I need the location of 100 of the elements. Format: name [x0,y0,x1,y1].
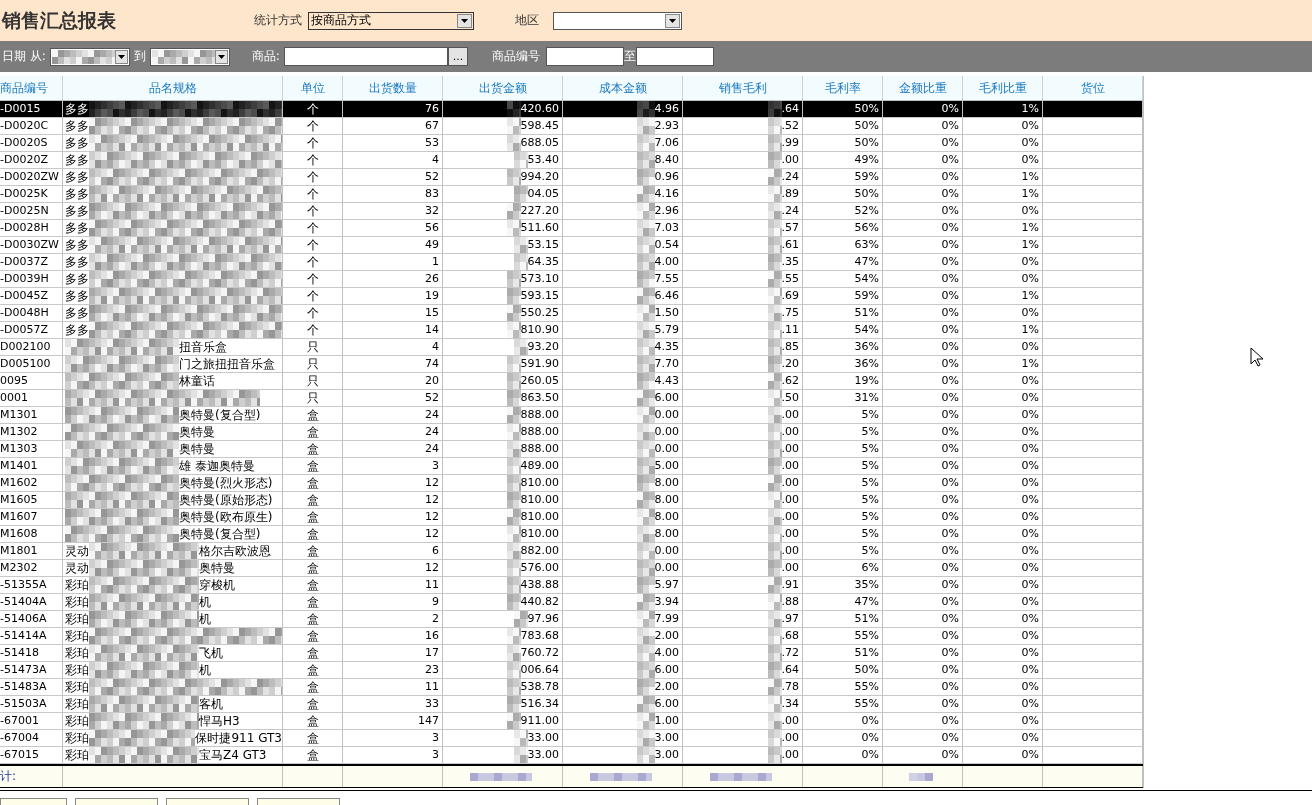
pixelated-blur [636,424,655,440]
table-cell: .00 [781,526,799,542]
column-header[interactable]: 品名规格 [63,76,283,100]
table-row[interactable]: -51355A 彩珀 穿梭机 盒 11 438.88 5.97 .91 35% 0% 0% [0,577,1143,594]
table-row[interactable]: -51404A 彩珀 机 盒 9 440.82 3.94 .88 47% 0% 0% [0,594,1143,611]
date-from-select[interactable] [49,47,130,66]
code-from-field[interactable] [545,47,624,66]
table-row[interactable]: -D0020ZW 多多 个 52 994.20 0.96 .24 59% 0% 1% [0,169,1143,186]
table-cell: .72 [781,645,799,661]
table-row[interactable]: -51406A 彩珀 机 盒 2 97.96 7.99 .97 51% 0% 0% [0,611,1143,628]
table-cell: 8.00 [654,509,679,525]
table-row[interactable]: M1401 雄 泰迦奥特曼 盒 3 489.00 5.00 .00 5% 0% 0% [0,458,1143,475]
table-row[interactable]: 0001 只 52 863.50 6.00 .50 31% 0% 0% [0,390,1143,407]
dropdown-button[interactable] [457,13,472,28]
dropdown-button[interactable] [115,49,128,64]
table-row[interactable]: -D0028H 多多 个 56 511.60 7.03 .57 56% 0% 1% [0,220,1143,237]
column-header[interactable]: 毛利率 [803,76,883,100]
table-row[interactable]: -67001 彩珀 悍马H3 盒 147 911.00 1.00 .00 0% 0% 0% [0,713,1143,730]
table-cell: 0% [941,322,959,338]
table-row[interactable]: -51414A 彩珀 盒 16 783.68 2.00 .68 55% 0% 0% [0,628,1143,645]
table-cell: -D0020ZW [0,169,63,185]
table-row[interactable]: M1302 奥特曼 盒 24 888.00 0.00 .00 5% 0% 0% [0,424,1143,441]
table-cell: 盒 [283,577,343,593]
table-row[interactable]: D005100 门之旅扭扭音乐盒 只 74 591.90 7.70 .20 36% 0% 1% [0,356,1143,373]
table-row[interactable]: M1608 奥特曼(复合型) 盒 12 810.00 8.00 .00 5% 0% 0% [0,526,1143,543]
dropdown-button[interactable] [215,49,228,64]
table-cell: 49% [854,152,879,168]
dropdown-arrow-icon [218,54,226,59]
table-row[interactable]: -67004 彩珀 保时捷911 GT3 盒 3 33.00 3.00 .00 0% 0% 0% [0,730,1143,747]
column-header[interactable]: 单位 [283,76,343,100]
table-row[interactable]: M1607 奥特曼(欧布原生) 盒 12 810.00 8.00 .00 5% 0% 0% [0,509,1143,526]
pixelated-blur [767,135,782,151]
table-row[interactable]: -51483A 彩珀 盒 11 538.78 2.00 .78 55% 0% 0% [0,679,1143,696]
column-header[interactable]: 商品编号 [0,76,63,100]
table-row[interactable]: -D0020S 多多 个 53 688.05 7.06 .99 50% 0% 0% [0,135,1143,152]
table-cell: .00 [781,407,799,423]
table-cell: 只 [283,356,343,372]
table-cell: 5% [861,475,879,491]
table-cell: 26 [425,271,439,287]
table-row[interactable]: -D0030ZW 多多 个 49 53.15 0.54 .61 63% 0% 1% [0,237,1143,254]
table-cell: 6.00 [654,696,679,712]
table-cell: 0% [1021,577,1039,593]
date-to-select[interactable] [149,47,230,66]
table-row[interactable]: M1605 奥特曼(原始形态) 盒 12 810.00 8.00 .00 5% 0% 0% [0,492,1143,509]
table-row[interactable]: M1303 奥特曼 盒 24 888.00 0.00 .00 5% 0% 0% [0,441,1143,458]
table-row[interactable]: -D0039H 多多 个 26 573.10 7.55 .55 54% 0% 0% [0,271,1143,288]
table-row[interactable]: -51503A 彩珀 客机 盒 33 516.34 6.00 .34 55% 0% 0% [0,696,1143,713]
table-cell: M1602 [0,475,63,491]
table-cell: 4.35 [654,339,679,355]
column-header[interactable]: 出货数量 [343,76,443,100]
table-row[interactable]: -51418 彩珀 飞机 盒 17 760.72 4.00 .72 51% 0% 0% [0,645,1143,662]
table-cell: 0% [1021,492,1039,508]
table-row[interactable]: -D0045Z 多多 个 19 593.15 6.46 .69 59% 0% 1% [0,288,1143,305]
table-cell: 810.00 [520,475,559,491]
table-row[interactable]: M2302 灵动 奥特曼 盒 12 576.00 0.00 .00 6% 0% 0% [0,560,1143,577]
table-cell: 53 [425,135,439,151]
table-row[interactable]: -D0057Z 多多 个 14 810.90 5.79 .11 54% 0% 1% [0,322,1143,339]
pixelated-blur [636,611,655,627]
table-row[interactable]: M1801 灵动 格尔吉欧波恩 盒 6 882.00 0.00 .00 5% 0% 0% [0,543,1143,560]
table-cell: 7.03 [654,220,679,236]
pixelated-blur [636,390,655,406]
table-cell: .89 [781,186,799,202]
table-row[interactable]: M1602 奥特曼(烈火形态) 盒 12 810.00 8.00 .00 5% 0% 0% [0,475,1143,492]
table-row[interactable]: -D0025K 多多 个 83 04.05 4.16 .89 50% 0% 1% [0,186,1143,203]
table-row[interactable]: -51473A 彩珀 机 盒 23 006.64 6.00 .64 50% 0% 0% [0,662,1143,679]
table-row[interactable]: M1301 奥特曼(复合型) 盒 24 888.00 0.00 .00 5% 0% 0% [0,407,1143,424]
table-row[interactable]: -D0020C 多多 个 67 598.45 2.93 .52 50% 0% 0% [0,118,1143,135]
column-header[interactable]: 毛利比重 [963,76,1043,100]
table-cell: 盒 [283,696,343,712]
region-select[interactable] [553,11,682,30]
column-header[interactable]: 出货金额 [443,76,563,100]
table-row[interactable]: 0095 林童话 只 20 260.05 4.43 .62 19% 0% 0% [0,373,1143,390]
code-to-field[interactable] [635,47,714,66]
dropdown-button[interactable] [665,13,680,28]
table-row[interactable]: -D0048H 多多 个 15 550.25 1.50 .75 51% 0% 0% [0,305,1143,322]
table-cell: 0001 [0,390,63,406]
table-cell: 个 [283,186,343,202]
column-header[interactable]: 货位 [1043,76,1143,100]
table-row[interactable]: D002100 扭音乐盒 只 4 93.20 4.35 .85 36% 0% 0% [0,339,1143,356]
table-cell: .61 [781,237,799,253]
table-cell: M1401 [0,458,63,474]
table-cell: 彩珀 [65,577,89,593]
table-row[interactable]: -D0037Z 多多 个 1 64.35 4.00 .35 47% 0% 0% [0,254,1143,271]
table-cell: 2.00 [654,679,679,695]
table-row[interactable]: -D0025N 多多 个 32 227.20 2.96 .24 52% 0% 0% [0,203,1143,220]
pixelated-blur [767,441,782,457]
column-header[interactable]: 成本金额 [563,76,683,100]
table-cell: 8.00 [654,526,679,542]
table-cell: 0% [941,305,959,321]
table-row[interactable]: -D0015 多多 个 76 420.60 4.96 .64 50% 0% 1% [0,101,1143,118]
stat-mode-select[interactable]: 按商品方式 [308,11,474,30]
pixelated-blur [506,662,521,678]
column-header[interactable]: 金额比重 [883,76,963,100]
table-cell: 50% [854,662,879,678]
column-header[interactable]: 销售毛利 [683,76,803,100]
table-cell: 0% [941,696,959,712]
table-row[interactable]: -D0020Z 多多 个 4 53.40 8.40 .00 49% 0% 0% [0,152,1143,169]
table-cell: 0% [1021,441,1039,457]
product-field[interactable] [283,47,448,66]
table-cell: 4.00 [654,645,679,661]
